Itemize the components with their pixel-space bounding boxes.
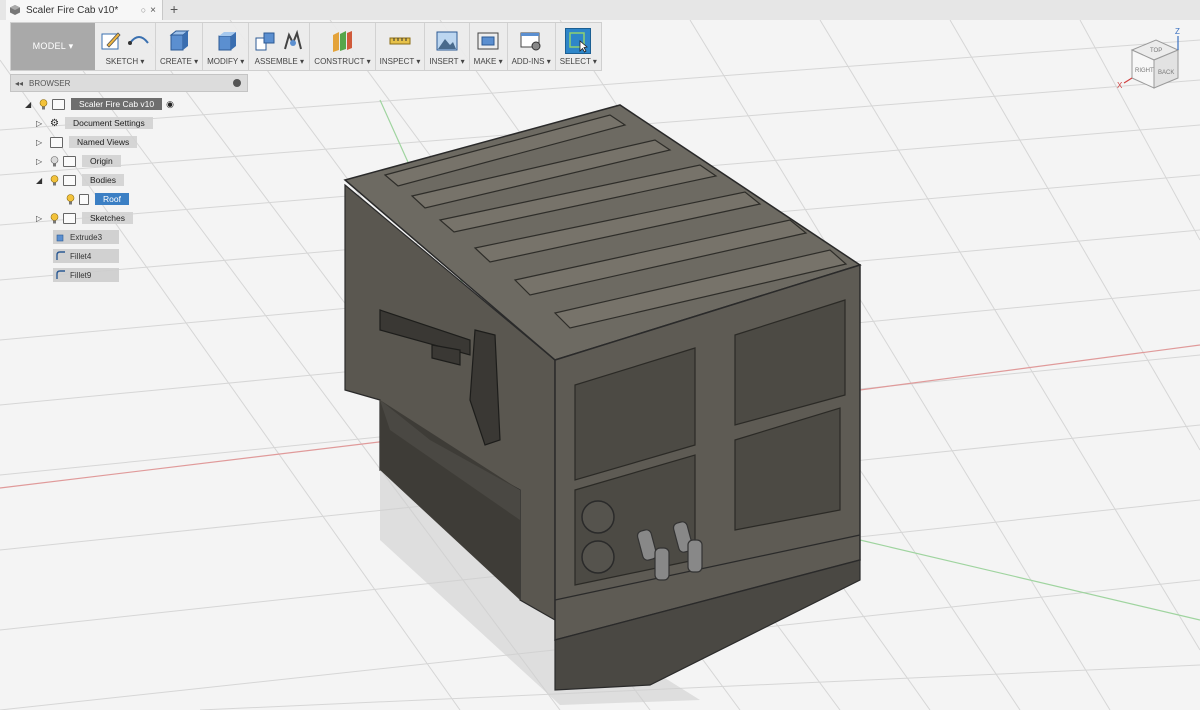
timeline-feature-label: Fillet4	[70, 251, 92, 261]
new-tab-button[interactable]: +	[170, 1, 178, 17]
construct-group[interactable]: CONSTRUCT ▾	[310, 23, 376, 70]
document-tab-bar: Scaler Fire Cab v10* ○ × +	[0, 0, 1200, 21]
browser-item-label: Named Views	[69, 136, 138, 148]
folder-icon	[63, 155, 76, 167]
document-tab[interactable]: Scaler Fire Cab v10* ○ ×	[6, 0, 163, 20]
browser-title: BROWSER	[29, 78, 71, 88]
browser-item-label: Sketches	[82, 212, 133, 224]
make-menu-label: MAKE ▾	[473, 57, 503, 66]
viewcube-back-face[interactable]: BACK	[1158, 70, 1174, 76]
select-menu-label: SELECT ▾	[559, 57, 597, 66]
sketch-group[interactable]: SKETCH ▾	[95, 23, 156, 70]
activate-radio-icon[interactable]: ◉	[166, 99, 174, 110]
insert-image-icon[interactable]	[435, 29, 459, 53]
timeline-feature-fillet[interactable]: Fillet4	[53, 249, 119, 263]
timeline-feature-label: Extrude3	[70, 232, 103, 242]
assemble-menu-label: ASSEMBLE ▾	[254, 57, 304, 66]
expand-arrow-icon[interactable]: ▷	[36, 157, 44, 166]
canvas-viewport[interactable]	[0, 20, 1200, 710]
scripts-addins-icon[interactable]	[519, 29, 543, 53]
add-ins-menu-label: ADD-INS ▾	[511, 57, 551, 66]
extrude-icon[interactable]	[167, 29, 191, 53]
fillet-feature-icon	[56, 270, 65, 279]
close-tab-button[interactable]: ×	[150, 5, 156, 16]
create-sketch-icon[interactable]	[99, 29, 123, 53]
browser-root-node[interactable]: ◢ Scaler Fire Cab v10 ◉	[25, 96, 174, 112]
new-component-icon[interactable]	[253, 29, 277, 53]
component-icon	[52, 98, 65, 110]
visibility-bulb-icon[interactable]	[50, 212, 59, 224]
main-toolbar: MODEL ▾ SKETCH ▾ CREATE ▾ MODIFY ▾ ASSEM…	[10, 22, 602, 71]
expand-arrow-icon[interactable]: ▷	[36, 214, 44, 223]
extrude-feature-icon	[56, 234, 64, 242]
add-ins-group[interactable]: ADD-INS ▾	[508, 23, 556, 70]
folder-icon	[63, 174, 76, 186]
browser-item-label: Origin	[82, 155, 121, 167]
construct-menu-label: CONSTRUCT ▾	[314, 57, 371, 66]
sync-icon: ○	[140, 5, 147, 15]
offset-plane-icon[interactable]	[330, 29, 354, 53]
insert-menu-label: INSERT ▾	[429, 57, 465, 66]
visibility-bulb-icon[interactable]	[66, 193, 75, 205]
viewcube[interactable]: TOP RIGHT BACK X Z	[1112, 22, 1194, 104]
browser-item-label: Roof	[95, 193, 129, 205]
press-pull-icon[interactable]	[214, 29, 238, 53]
inspect-group[interactable]: INSPECT ▾	[376, 23, 426, 70]
expand-arrow-icon[interactable]: ◢	[36, 176, 44, 185]
fire-cab-model[interactable]	[0, 20, 1200, 710]
visibility-bulb-icon[interactable]	[50, 174, 59, 186]
visibility-bulb-icon[interactable]	[50, 155, 59, 167]
expand-arrow-icon[interactable]: ▷	[36, 138, 44, 147]
insert-group[interactable]: INSERT ▾	[425, 23, 470, 70]
sketch-menu-label: SKETCH ▾	[105, 57, 145, 66]
root-component-label: Scaler Fire Cab v10	[71, 98, 163, 110]
modify-group[interactable]: MODIFY ▾	[203, 23, 250, 70]
body-icon	[79, 193, 89, 205]
select-cursor-icon[interactable]	[565, 28, 592, 54]
viewcube-right-face[interactable]: RIGHT	[1135, 68, 1154, 74]
timeline-feature-fillet[interactable]: Fillet9	[53, 268, 119, 282]
line-tool-icon[interactable]	[127, 29, 151, 53]
workspace-switcher-button[interactable]: MODEL ▾	[11, 23, 95, 70]
inspect-menu-label: INSPECT ▾	[379, 57, 421, 66]
modify-menu-label: MODIFY ▾	[207, 57, 245, 66]
assemble-group[interactable]: ASSEMBLE ▾	[249, 23, 311, 70]
fillet-feature-icon	[56, 251, 65, 260]
collapse-panel-icon[interactable]: ◂◂	[15, 79, 23, 88]
joint-icon[interactable]	[281, 29, 305, 53]
3d-print-icon[interactable]	[476, 29, 500, 53]
gear-icon: ⚙	[50, 117, 59, 129]
visibility-bulb-icon[interactable]	[39, 98, 48, 110]
document-cube-icon	[10, 5, 20, 15]
timeline-feature-label: Fillet9	[70, 270, 92, 280]
timeline-feature-extrude[interactable]: Extrude3	[53, 230, 119, 244]
viewcube-top-face[interactable]: TOP	[1150, 48, 1162, 54]
browser-item-label: Bodies	[82, 174, 124, 186]
browser-item-roof[interactable]: Roof	[66, 191, 129, 207]
browser-item-sketches[interactable]: ▷ Sketches	[36, 210, 133, 226]
expand-arrow-icon[interactable]: ◢	[25, 100, 33, 109]
expand-arrow-icon[interactable]: ▷	[36, 119, 44, 128]
browser-item-document-settings[interactable]: ▷ ⚙ Document Settings	[36, 115, 153, 131]
create-menu-label: CREATE ▾	[160, 57, 199, 66]
folder-icon	[63, 212, 76, 224]
select-group[interactable]: SELECT ▾	[556, 23, 601, 70]
browser-item-origin[interactable]: ▷ Origin	[36, 153, 121, 169]
measure-icon[interactable]	[388, 29, 412, 53]
browser-item-named-views[interactable]: ▷ Named Views	[36, 134, 138, 150]
document-tab-title: Scaler Fire Cab v10*	[26, 4, 119, 16]
make-group[interactable]: MAKE ▾	[470, 23, 508, 70]
axis-z-label: Z	[1175, 27, 1180, 36]
browser-item-label: Document Settings	[64, 117, 153, 129]
axis-x-label: X	[1117, 81, 1123, 90]
create-group[interactable]: CREATE ▾	[156, 23, 204, 70]
browser-item-bodies[interactable]: ◢ Bodies	[36, 172, 124, 188]
browser-panel: ◂◂ BROWSER	[10, 74, 248, 92]
pin-icon[interactable]	[233, 79, 241, 87]
folder-icon	[50, 136, 63, 148]
browser-header[interactable]: ◂◂ BROWSER	[10, 74, 248, 92]
